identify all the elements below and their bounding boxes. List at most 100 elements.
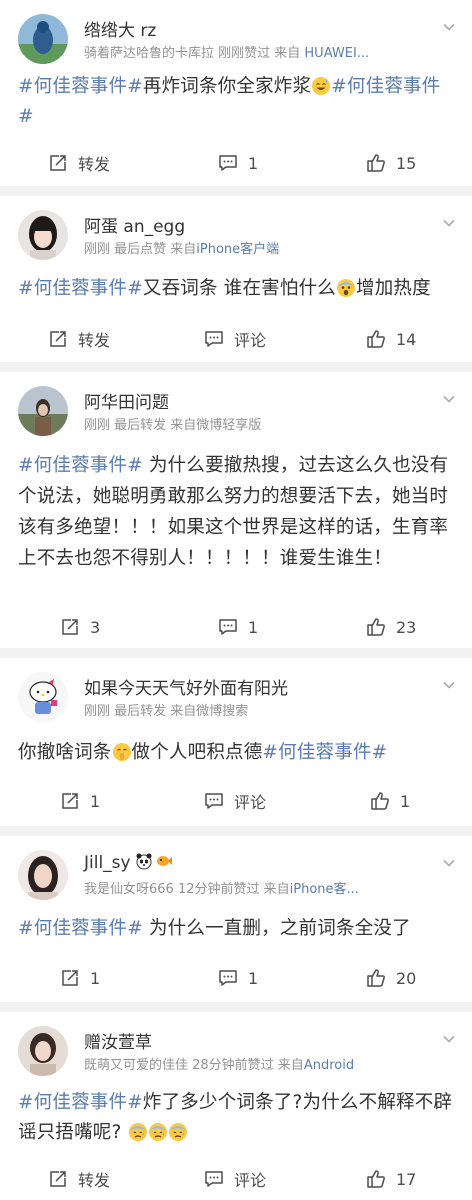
hashtag-link[interactable]: #何佳蓉事件# — [18, 1092, 143, 1113]
avatar[interactable] — [18, 386, 68, 436]
username[interactable]: Jill_sy — [84, 852, 173, 873]
action-bar: 1 1 20 — [0, 963, 472, 993]
post-card: 如果今天天气好外面有阳光 刚刚 最后转发 来自微博搜索 你撤啥词条 做个人吧积点德… — [0, 658, 472, 826]
repost-label: 转发 — [78, 155, 111, 174]
comment-count: 1 — [248, 617, 259, 637]
meta-source[interactable]: iPhone客户端 — [196, 242, 279, 257]
post-content: #何佳蓉事件# 为什么一直删，之前词条全没了 — [18, 914, 454, 944]
comment-button[interactable]: 1 — [218, 963, 258, 993]
chevron-down-icon[interactable] — [442, 1032, 456, 1046]
post-card: 阿蛋 an_egg 刚刚 最后点赞 来自iPhone客户端 #何佳蓉事件#又吞词… — [0, 196, 472, 362]
shush-emoji — [112, 742, 132, 762]
chevron-down-icon[interactable] — [442, 856, 456, 870]
post-text: 增加热度 — [356, 278, 431, 299]
like-count: 23 — [396, 617, 417, 637]
comment-icon — [205, 331, 223, 347]
repost-count: 1 — [90, 791, 101, 811]
chevron-down-icon[interactable] — [442, 20, 456, 34]
repost-button[interactable]: 1 — [60, 786, 100, 816]
repost-button[interactable]: 3 — [60, 612, 100, 642]
share-icon — [50, 155, 66, 171]
thumbs-up-icon — [367, 154, 385, 172]
like-count: 15 — [396, 153, 417, 173]
like-button[interactable]: 14 — [366, 324, 416, 354]
meta-source[interactable]: iPhone客... — [290, 882, 359, 897]
like-button[interactable]: 15 — [366, 148, 416, 178]
thumbs-up-icon — [367, 969, 385, 987]
post-text: 你撤啥词条 — [18, 742, 112, 763]
comment-label: 评论 — [234, 331, 267, 350]
action-bar: 1 评论 1 — [0, 786, 472, 816]
comment-icon — [219, 619, 237, 635]
username[interactable]: 阿蛋 an_egg — [84, 212, 185, 237]
chevron-down-icon[interactable] — [442, 216, 456, 230]
post-content: #何佳蓉事件#再炸词条你全家炸浆 #何佳蓉事件# — [18, 72, 454, 132]
post-meta: 刚刚 最后点赞 来自iPhone客户端 — [84, 238, 424, 257]
comment-button[interactable]: 评论 — [204, 786, 266, 816]
username[interactable]: 绺绺大 rz — [84, 16, 156, 41]
chevron-down-icon[interactable] — [442, 678, 456, 692]
like-button[interactable]: 20 — [366, 963, 416, 993]
chevron-down-icon[interactable] — [442, 392, 456, 406]
repost-button[interactable]: 转发 — [48, 1164, 110, 1194]
share-icon — [62, 793, 78, 809]
share-icon — [50, 1171, 66, 1187]
repost-button[interactable]: 转发 — [48, 148, 110, 178]
repost-label: 转发 — [78, 331, 111, 350]
like-count: 17 — [396, 1169, 417, 1189]
hashtag-link[interactable]: #何佳蓉事件# — [18, 76, 143, 97]
comment-icon — [219, 970, 237, 986]
post-card: 阿华田问题 刚刚 最后转发 来自微博轻享版 #何佳蓉事件# 为什么要撤热搜，过去… — [0, 372, 472, 648]
meta-source[interactable]: HUAWEI... — [304, 46, 369, 61]
comment-count: 1 — [248, 153, 259, 173]
comment-count: 1 — [248, 968, 259, 988]
meta-text: 刚刚 最后转发 来自微博轻享版 — [84, 418, 262, 433]
meta-text: 既萌又可爱的佳佳 28分钟前赞过 来自 — [84, 1058, 304, 1073]
sad-sweat-emoji — [148, 1122, 168, 1142]
post-meta: 既萌又可爱的佳佳 28分钟前赞过 来自Android — [84, 1054, 424, 1073]
post-card: Jill_sy 我是仙女呀666 12分钟前赞过 来自iPhone客... #何… — [0, 836, 472, 1002]
like-count: 1 — [400, 791, 411, 811]
username[interactable]: 阿华田问题 — [84, 388, 169, 413]
like-count: 20 — [396, 968, 417, 988]
avatar[interactable] — [18, 14, 68, 64]
comment-button[interactable]: 评论 — [204, 1164, 266, 1194]
share-icon — [50, 331, 66, 347]
avatar[interactable] — [18, 850, 68, 900]
hashtag-link[interactable]: #何佳蓉事件# — [262, 742, 387, 763]
hashtag-link[interactable]: #何佳蓉事件# — [18, 455, 143, 476]
like-button[interactable]: 1 — [370, 786, 410, 816]
comment-button[interactable]: 1 — [218, 612, 258, 642]
meta-text: 我是仙女呀666 12分钟前赞过 来自 — [84, 882, 290, 897]
repost-button[interactable]: 转发 — [48, 324, 110, 354]
hashtag-link[interactable]: #何佳蓉事件# — [18, 918, 143, 939]
avatar[interactable] — [18, 672, 68, 722]
avatar[interactable] — [18, 1026, 68, 1076]
action-bar: 转发 评论 14 — [0, 324, 472, 354]
action-bar: 转发 1 15 — [0, 148, 472, 178]
username[interactable]: 如果今天天气好外面有阳光 — [84, 674, 288, 699]
post-text: 做个人吧积点德 — [131, 742, 263, 763]
post-text: 再炸词条你全家炸浆 — [142, 76, 312, 97]
comment-button[interactable]: 评论 — [204, 324, 266, 354]
like-button[interactable]: 17 — [366, 1164, 416, 1194]
meta-text: 骑着萨达哈鲁的卡库拉 刚刚赞过 来自 — [84, 46, 305, 61]
sad-sweat-emoji — [128, 1122, 148, 1142]
post-card: 赠汝萱草 既萌又可爱的佳佳 28分钟前赞过 来自Android #何佳蓉事件#炸… — [0, 1012, 472, 1200]
meta-source[interactable]: Android — [304, 1058, 354, 1073]
comment-label: 评论 — [234, 793, 267, 812]
avatar[interactable] — [18, 210, 68, 260]
comment-button[interactable]: 1 — [218, 148, 258, 178]
repost-count: 1 — [90, 968, 101, 988]
hashtag-link[interactable]: #何佳蓉事件# — [18, 278, 143, 299]
scared-emoji — [336, 278, 356, 298]
like-button[interactable]: 23 — [366, 612, 416, 642]
username[interactable]: 赠汝萱草 — [84, 1028, 152, 1053]
username-text: Jill_sy — [84, 853, 131, 873]
share-icon — [62, 619, 78, 635]
post-meta: 刚刚 最后转发 来自微博搜索 — [84, 700, 424, 719]
comment-icon — [219, 155, 237, 171]
thumbs-up-icon — [367, 330, 385, 348]
repost-button[interactable]: 1 — [60, 963, 100, 993]
thumbs-up-icon — [371, 792, 389, 810]
